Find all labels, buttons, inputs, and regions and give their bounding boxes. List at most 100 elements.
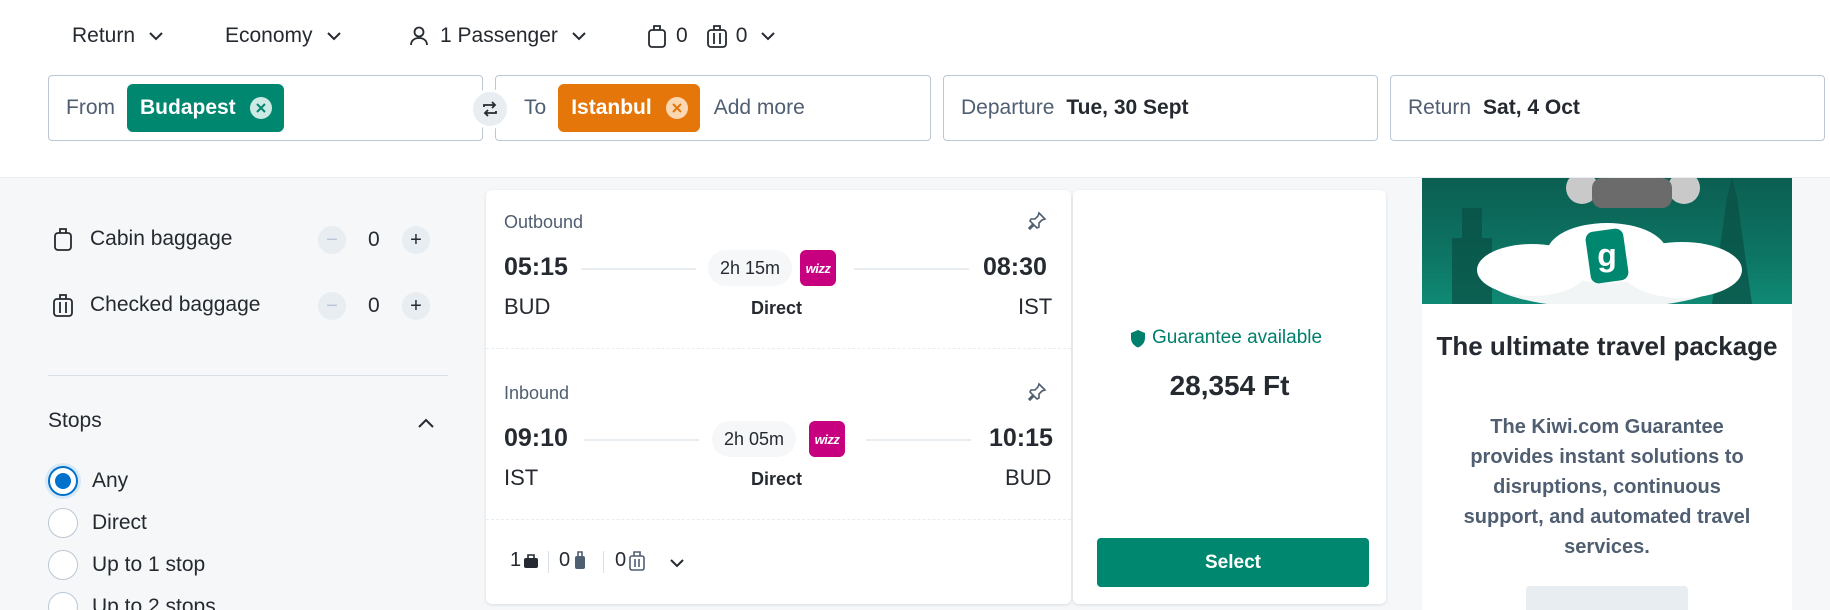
trip-type-dropdown[interactable]: Return <box>72 20 165 52</box>
cabin-class-label: Economy <box>225 24 313 47</box>
personal-item-icon <box>524 553 539 568</box>
outbound-arrival-time: 08:30 <box>983 253 1047 281</box>
radio[interactable] <box>48 550 78 580</box>
remove-from-icon[interactable] <box>249 97 272 119</box>
guarantee-label: Guarantee available <box>1152 327 1323 348</box>
from-chip[interactable]: Budapest <box>127 84 284 132</box>
route-line <box>581 268 696 270</box>
inbound-origin-code: IST <box>504 465 539 490</box>
footer-divider <box>548 551 549 573</box>
to-label: To <box>524 96 547 119</box>
radio[interactable] <box>48 508 78 538</box>
departure-date-field[interactable]: Departure Tue, 30 Sept <box>943 75 1378 141</box>
checked-bag-count: 0 <box>615 549 627 571</box>
inbound-duration: 2h 05m <box>712 421 797 457</box>
radio-selected[interactable] <box>48 466 78 496</box>
cabin-baggage-decrement-button[interactable]: − <box>318 226 346 254</box>
promo-panel: g The ultimate travel package The Kiwi.c… <box>1422 178 1792 610</box>
return-label: Return <box>1408 96 1472 119</box>
cabin-baggage-label: Cabin baggage <box>90 227 233 250</box>
stops-option-any[interactable]: Any <box>48 465 128 497</box>
checked-bag-icon <box>629 550 645 571</box>
outbound-duration: 2h 15m <box>708 250 793 286</box>
cabin-bag-icon <box>54 228 72 251</box>
cabin-baggage-increment-button[interactable]: + <box>402 226 430 254</box>
radio[interactable] <box>48 592 78 610</box>
to-chip[interactable]: Istanbul <box>558 84 700 132</box>
from-label: From <box>66 96 115 119</box>
segment-divider <box>486 348 1071 349</box>
passengers-label: 1 Passenger <box>440 24 558 47</box>
bags-dropdown[interactable]: 0 0 <box>646 20 777 52</box>
promo-button[interactable] <box>1526 586 1688 610</box>
inbound-stops: Direct <box>751 469 803 489</box>
cabin-bag-info: 0 <box>559 549 587 572</box>
stops-option-1-stop[interactable]: Up to 1 stop <box>48 549 205 581</box>
swap-places-button[interactable] <box>470 89 510 129</box>
chevron-down-icon <box>761 32 776 41</box>
stops-section-title: Stops <box>48 409 102 432</box>
cabin-bag-icon <box>648 25 666 48</box>
checked-bags-count: 0 <box>735 24 748 47</box>
wizz-air-logo: wizz <box>800 250 836 286</box>
promo-illustration: g <box>1452 178 1752 304</box>
checked-baggage-decrement-button[interactable]: − <box>318 292 346 320</box>
select-button[interactable]: Select <box>1097 538 1369 587</box>
shield-icon <box>1131 329 1145 347</box>
checked-baggage-increment-button[interactable]: + <box>402 292 430 320</box>
stops-option-direct[interactable]: Direct <box>48 507 147 539</box>
chevron-up-icon[interactable] <box>416 413 436 433</box>
guarantee-badge: Guarantee available <box>1130 327 1322 349</box>
checked-baggage-label: Checked baggage <box>90 293 261 316</box>
to-field[interactable]: To Istanbul Add more <box>495 75 931 141</box>
departure-label: Departure <box>961 96 1055 119</box>
outbound-label: Outbound <box>504 212 584 232</box>
person-icon <box>410 26 428 46</box>
route-line <box>584 439 699 441</box>
pin-icon[interactable] <box>1026 381 1048 403</box>
swap-icon <box>483 101 497 117</box>
checked-bag-info: 0 <box>615 549 645 572</box>
personal-item-info: 1 <box>510 549 539 572</box>
svg-text:g: g <box>1597 237 1617 273</box>
price: 28,354 Ft <box>1169 370 1290 401</box>
promo-title: The ultimate travel package <box>1436 331 1778 361</box>
passengers-dropdown[interactable]: 1 Passenger <box>408 20 588 52</box>
outbound-origin-code: BUD <box>504 294 551 319</box>
footer-divider <box>603 551 604 573</box>
personal-item-count: 1 <box>510 549 522 571</box>
chevron-down-icon <box>572 32 586 41</box>
checked-baggage-count: 0 <box>368 294 380 317</box>
return-date-field[interactable]: Return Sat, 4 Oct <box>1390 75 1825 141</box>
stops-option-label: Direct <box>92 511 147 534</box>
inbound-departure-time: 09:10 <box>504 424 568 452</box>
route-line <box>866 439 971 441</box>
outbound-departure-time: 05:15 <box>504 253 568 281</box>
chevron-down-icon[interactable] <box>668 554 686 572</box>
outbound-stops: Direct <box>751 298 803 318</box>
pin-icon[interactable] <box>1026 210 1048 232</box>
stops-option-label: Up to 2 stops <box>92 595 216 610</box>
inbound-destination-code: BUD <box>1005 465 1052 490</box>
return-date: Sat, 4 Oct <box>1483 96 1580 119</box>
checked-bag-icon <box>706 25 727 48</box>
cabin-bags-count: 0 <box>676 24 688 47</box>
remove-to-icon[interactable] <box>665 97 688 119</box>
cabin-class-dropdown[interactable]: Economy <box>225 20 343 52</box>
cabin-bag-count: 0 <box>559 549 571 571</box>
stops-option-2-stops[interactable]: Up to 2 stops <box>48 591 216 610</box>
wizz-air-logo: wizz <box>809 421 845 457</box>
chevron-down-icon <box>326 32 341 41</box>
stops-option-label: Any <box>92 469 129 492</box>
stops-option-label: Up to 1 stop <box>92 553 206 576</box>
from-field[interactable]: From Budapest <box>48 75 483 141</box>
chevron-down-icon <box>149 32 163 41</box>
itinerary-card[interactable]: Outbound 05:15 2h 15m wizz 08:30 BUD Dir… <box>486 190 1071 604</box>
sidebar-divider <box>48 375 448 376</box>
trip-type-label: Return <box>72 24 136 47</box>
promo-image: g <box>1422 178 1792 304</box>
inbound-arrival-time: 10:15 <box>989 424 1053 452</box>
outbound-destination-code: IST <box>1018 294 1053 319</box>
add-more-destinations[interactable]: Add more <box>714 96 805 120</box>
from-chip-label: Budapest <box>140 96 236 119</box>
